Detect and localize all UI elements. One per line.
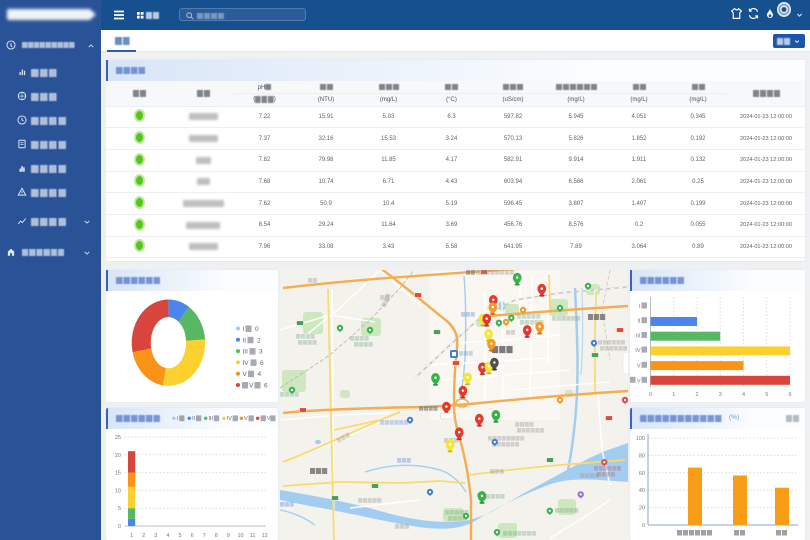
svg-text:IV: IV xyxy=(635,348,641,354)
svg-text:1: 1 xyxy=(130,533,133,539)
svg-text:60: 60 xyxy=(639,471,645,477)
svg-text:IV: IV xyxy=(227,416,232,422)
svg-text:80: 80 xyxy=(639,453,645,459)
svg-text:20: 20 xyxy=(115,453,121,459)
svg-text:0: 0 xyxy=(255,326,259,333)
svg-text:8: 8 xyxy=(215,533,218,539)
svg-text:2: 2 xyxy=(142,533,145,539)
svg-text:V: V xyxy=(243,371,248,378)
svg-text:20: 20 xyxy=(639,506,645,512)
svg-text:III: III xyxy=(209,416,213,422)
svg-text:6: 6 xyxy=(191,533,194,539)
svg-text:V: V xyxy=(249,383,254,390)
svg-text:3: 3 xyxy=(259,349,263,356)
svg-text:7: 7 xyxy=(203,533,206,539)
svg-text:9: 9 xyxy=(227,533,230,539)
svg-text:10: 10 xyxy=(115,488,121,494)
svg-text:V: V xyxy=(244,416,248,422)
svg-text:II: II xyxy=(192,416,195,422)
svg-text:III: III xyxy=(636,333,641,339)
svg-text:15: 15 xyxy=(115,471,121,477)
svg-text:2: 2 xyxy=(695,392,698,398)
svg-text:0: 0 xyxy=(649,392,652,398)
svg-text:IV: IV xyxy=(243,360,250,367)
svg-text:5: 5 xyxy=(765,392,768,398)
svg-text:6: 6 xyxy=(788,392,791,398)
svg-text:4: 4 xyxy=(742,392,745,398)
svg-text:6: 6 xyxy=(260,360,264,367)
svg-text:12: 12 xyxy=(262,533,268,539)
svg-text:4: 4 xyxy=(166,533,169,539)
svg-text:I: I xyxy=(639,304,641,310)
svg-text:100: 100 xyxy=(636,436,645,442)
svg-text:II: II xyxy=(637,319,641,325)
svg-text:2: 2 xyxy=(257,337,261,344)
svg-text:V: V xyxy=(637,378,641,384)
svg-text:3: 3 xyxy=(719,392,722,398)
svg-text:11: 11 xyxy=(250,533,256,539)
svg-text:5: 5 xyxy=(118,506,121,512)
svg-text:I: I xyxy=(177,416,178,422)
svg-text:10: 10 xyxy=(237,533,243,539)
svg-text:40: 40 xyxy=(639,488,645,494)
svg-text:0: 0 xyxy=(118,524,121,530)
svg-text:5: 5 xyxy=(178,533,181,539)
svg-text:3: 3 xyxy=(154,533,157,539)
svg-text:0: 0 xyxy=(642,523,645,529)
svg-text:II: II xyxy=(243,337,247,344)
svg-text:V: V xyxy=(637,363,641,369)
svg-text:6: 6 xyxy=(264,383,268,390)
svg-text:1: 1 xyxy=(672,392,675,398)
svg-text:I: I xyxy=(243,326,245,333)
svg-text:III: III xyxy=(243,349,249,356)
svg-text:4: 4 xyxy=(258,371,262,378)
svg-text:25: 25 xyxy=(115,435,121,441)
